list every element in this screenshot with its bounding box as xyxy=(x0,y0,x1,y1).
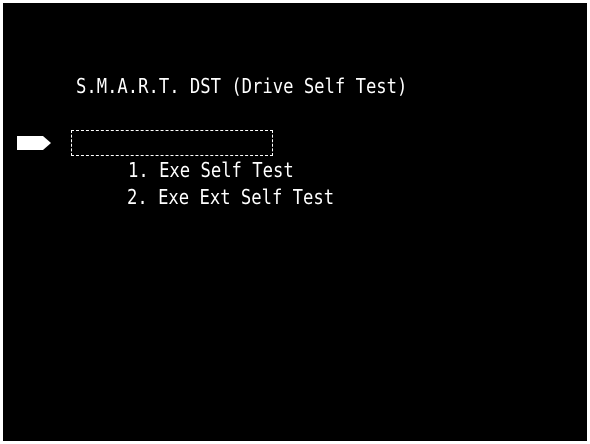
arrow-pointer-icon xyxy=(17,136,51,150)
menu-item-exe-self-test[interactable]: 1. Exe Self Test xyxy=(71,130,294,182)
bios-screen: S.M.A.R.T. DST (Drive Self Test) 1. Exe … xyxy=(3,3,587,441)
menu-item-exe-ext-self-test[interactable]: 2. Exe Ext Self Test xyxy=(71,158,334,209)
menu-item-label: 2. Exe Ext Self Test xyxy=(127,185,335,209)
page-title: S.M.A.R.T. DST (Drive Self Test) xyxy=(76,74,408,98)
